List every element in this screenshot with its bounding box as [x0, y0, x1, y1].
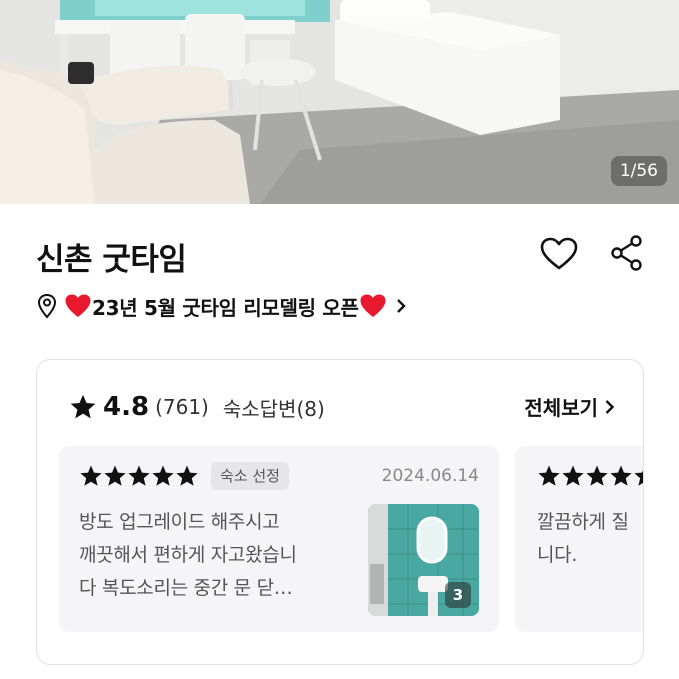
review-item[interactable]: 숙소 선정 2024.06.14 방도 업그레이드 해주시고 깨끗해서 편하게 … — [59, 446, 499, 632]
title-row: 신촌 굿타임 — [36, 228, 653, 278]
property-name: 신촌 굿타임 — [36, 242, 187, 278]
review-date: 2024.06.14 — [381, 466, 479, 486]
review-photo-thumbnail[interactable]: 3 — [368, 504, 479, 616]
star-icon — [70, 394, 96, 419]
average-rating: 4.8 — [103, 392, 150, 422]
view-all-reviews-link[interactable]: 전체보기 — [524, 392, 615, 421]
review-stars — [537, 464, 643, 488]
promo-text: 23년 5월 굿타임 리모델링 오픈 — [92, 295, 359, 320]
photo-counter: 1/56 — [610, 156, 667, 186]
star-icon — [176, 465, 198, 486]
share-button[interactable] — [609, 234, 645, 272]
promo-link[interactable]: 23년 5월 굿타임 리모델링 오픈 — [36, 290, 407, 322]
review-text-line: 다 복도소리는 중간 문 닫… — [79, 577, 293, 599]
chevron-right-icon — [605, 399, 615, 414]
red-heart-icon — [360, 294, 386, 317]
review-header: 4.8 (761) 숙소답변(8) 전체보기 — [69, 390, 615, 424]
review-summary-card: 4.8 (761) 숙소답변(8) 전체보기 숙소 선정 2024.06.14 … — [36, 359, 644, 665]
review-item[interactable]: 깔끔하게 질 니다. — [515, 446, 643, 632]
star-icon — [538, 465, 560, 486]
star-icon — [610, 465, 632, 486]
share-icon — [611, 235, 642, 271]
location-pin-icon — [37, 293, 57, 319]
review-text-line: 깨끗해서 편하게 자고왔습니 — [79, 544, 297, 566]
review-text: 방도 업그레이드 해주시고 깨끗해서 편하게 자고왔습니 다 복도소리는 중간 … — [79, 506, 334, 605]
review-text-line: 깔끔하게 질 — [537, 511, 629, 533]
star-icon — [128, 465, 150, 486]
star-icon — [80, 465, 102, 486]
review-text-line: 니다. — [537, 544, 578, 566]
star-icon — [634, 470, 643, 486]
favorite-button[interactable] — [539, 236, 579, 272]
host-reply-count: 숙소답변(8) — [222, 396, 325, 421]
view-all-label: 전체보기 — [524, 396, 598, 420]
star-icon — [586, 465, 608, 486]
selected-badge: 숙소 선정 — [211, 462, 289, 490]
star-icon — [562, 465, 584, 486]
review-stars — [79, 464, 199, 488]
star-icon — [152, 465, 174, 486]
red-heart-icon — [65, 294, 91, 317]
heart-outline-icon — [540, 237, 578, 270]
star-icon — [104, 465, 126, 486]
chevron-right-icon — [396, 299, 406, 313]
review-text-line: 방도 업그레이드 해주시고 — [79, 511, 280, 533]
room-photo — [0, 0, 679, 204]
room-photo-gallery[interactable]: 1/56 — [0, 0, 679, 204]
review-count: (761) — [155, 395, 209, 419]
review-text: 깔끔하게 질 니다. — [537, 506, 643, 572]
photo-count-badge: 3 — [445, 582, 471, 608]
